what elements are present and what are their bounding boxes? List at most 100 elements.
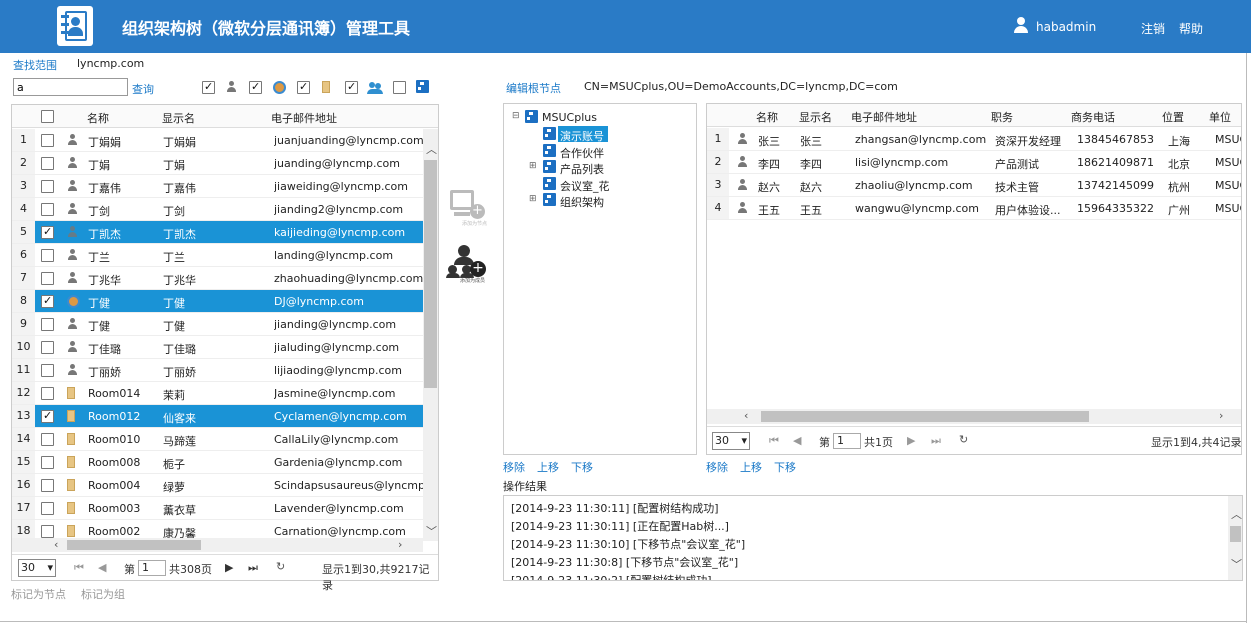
select-all-checkbox[interactable]: [41, 110, 54, 123]
table-row[interactable]: 13 Room012 仙客来 Cyclamen@lyncmp.com: [12, 405, 423, 428]
last-page-icon[interactable]: ⏭: [931, 434, 941, 448]
mcol-location[interactable]: 位置: [1162, 109, 1184, 125]
vertical-scrollbar[interactable]: ︿ ﹀: [423, 129, 438, 541]
row-checkbox[interactable]: [41, 272, 54, 285]
mcol-email[interactable]: 电子邮件地址: [851, 109, 917, 125]
next-page-icon[interactable]: ▶: [907, 434, 915, 447]
row-checkbox[interactable]: [41, 134, 54, 147]
member-down-link[interactable]: 下移: [774, 459, 796, 475]
prev-page-icon[interactable]: ◀: [793, 434, 801, 447]
table-row[interactable]: 4 丁剑 丁剑 jianding2@lyncmp.com: [12, 198, 423, 221]
collapse-icon[interactable]: ⊟: [512, 111, 520, 121]
refresh-icon[interactable]: ↻: [276, 560, 285, 573]
add-node-icon[interactable]: + 添加为节点: [448, 190, 488, 227]
row-checkbox[interactable]: [41, 479, 54, 492]
row-checkbox[interactable]: [41, 294, 54, 308]
table-row[interactable]: 10 丁佳璐 丁佳璐 jialuding@lyncmp.com: [12, 336, 423, 359]
scroll-left-icon[interactable]: ‹: [744, 409, 748, 422]
page-size-select[interactable]: 30 ▾: [18, 559, 56, 577]
search-scope-link[interactable]: 查找范围: [13, 57, 57, 73]
table-row[interactable]: 7 丁兆华 丁兆华 zhaohuading@lyncmp.com: [12, 267, 423, 290]
horizontal-scrollbar[interactable]: ‹ ›: [12, 538, 423, 552]
tree-up-link[interactable]: 上移: [537, 459, 559, 475]
row-checkbox[interactable]: [41, 318, 54, 331]
tree-down-link[interactable]: 下移: [571, 459, 593, 475]
filter-org-checkbox[interactable]: [393, 81, 406, 94]
scroll-thumb[interactable]: [424, 160, 437, 388]
scroll-down-icon[interactable]: ﹀: [1231, 556, 1242, 572]
row-checkbox[interactable]: [41, 433, 54, 446]
table-row[interactable]: 8 丁健 丁健 DJ@lyncmp.com: [12, 290, 423, 313]
scroll-right-icon[interactable]: ›: [398, 538, 402, 551]
row-checkbox[interactable]: [41, 249, 54, 262]
next-page-icon[interactable]: ▶: [225, 561, 233, 574]
mcol-title[interactable]: 职务: [991, 109, 1013, 125]
row-checkbox[interactable]: [41, 180, 54, 193]
hscroll-thumb[interactable]: [67, 540, 201, 550]
logout-link[interactable]: 注销: [1141, 20, 1165, 37]
mcol-display[interactable]: 显示名: [799, 109, 832, 125]
help-link[interactable]: 帮助: [1179, 20, 1203, 37]
prev-page-icon[interactable]: ◀: [98, 561, 106, 574]
table-row[interactable]: 11 丁丽娇 丁丽娇 lijiaoding@lyncmp.com: [12, 359, 423, 382]
row-checkbox[interactable]: [41, 502, 54, 515]
expand-icon[interactable]: ⊞: [529, 161, 537, 171]
row-checkbox[interactable]: [41, 225, 54, 239]
col-email[interactable]: 电子邮件地址: [271, 110, 337, 126]
tree-node-products[interactable]: 产品列表: [560, 161, 604, 177]
row-checkbox[interactable]: [41, 456, 54, 469]
mark-group-link[interactable]: 标记为组: [81, 586, 125, 602]
expand-icon[interactable]: ⊞: [529, 194, 537, 204]
tree-node-partner[interactable]: 合作伙伴: [560, 145, 604, 161]
search-button[interactable]: 查询: [132, 81, 154, 97]
table-row[interactable]: 17 Room003 薰衣草 Lavender@lyncmp.com: [12, 497, 423, 520]
member-row[interactable]: 1 张三 张三 zhangsan@lyncmp.com 资深开发经理 13845…: [707, 128, 1241, 151]
tree-node-demo[interactable]: 演示账号: [560, 128, 604, 144]
member-row[interactable]: 3 赵六 赵六 zhaoliu@lyncmp.com 技术主管 13742145…: [707, 174, 1241, 197]
filter-room-checkbox[interactable]: [297, 80, 310, 94]
hscroll-thumb[interactable]: [761, 411, 1089, 422]
mcol-org[interactable]: 单位: [1209, 109, 1231, 125]
tree-remove-link[interactable]: 移除: [503, 459, 525, 475]
filter-user-checkbox[interactable]: [202, 80, 215, 94]
table-row[interactable]: 1 丁娟娟 丁娟娟 juanjuanding@lyncmp.com: [12, 129, 423, 152]
add-member-icon[interactable]: + 添加为成员: [446, 245, 488, 285]
mark-node-link[interactable]: 标记为节点: [11, 586, 66, 602]
tree-root[interactable]: MSUCplus: [542, 111, 597, 124]
members-hscrollbar[interactable]: ‹ ›: [707, 409, 1241, 424]
row-checkbox[interactable]: [41, 387, 54, 400]
scroll-thumb[interactable]: [1230, 526, 1241, 542]
page-input[interactable]: 1: [833, 433, 861, 449]
scroll-left-icon[interactable]: ‹: [54, 538, 58, 551]
page-size-select[interactable]: 30 ▾: [712, 432, 750, 450]
mcol-name[interactable]: 名称: [756, 109, 778, 125]
member-row[interactable]: 2 李四 李四 lisi@lyncmp.com 产品测试 18621409871…: [707, 151, 1241, 174]
search-input[interactable]: [13, 78, 128, 96]
tree-node-rooms[interactable]: 会议室_花: [560, 178, 610, 194]
table-row[interactable]: 6 丁兰 丁兰 landing@lyncmp.com: [12, 244, 423, 267]
member-up-link[interactable]: 上移: [740, 459, 762, 475]
table-row[interactable]: 9 丁健 丁健 jianding@lyncmp.com: [12, 313, 423, 336]
table-row[interactable]: 5 丁凯杰 丁凯杰 kaijieding@lyncmp.com: [12, 221, 423, 244]
scroll-up-icon[interactable]: ︿: [426, 141, 437, 157]
first-page-icon[interactable]: ⏮: [769, 434, 779, 448]
member-row[interactable]: 4 王五 王五 wangwu@lyncmp.com 用户体验设... 15964…: [707, 197, 1241, 220]
filter-group-checkbox[interactable]: [345, 80, 358, 94]
scroll-down-icon[interactable]: ﹀: [426, 523, 437, 539]
row-checkbox[interactable]: [41, 409, 54, 423]
log-scrollbar[interactable]: ︿ ﹀: [1228, 496, 1242, 580]
table-row[interactable]: 12 Room014 茉莉 Jasmine@lyncmp.com: [12, 382, 423, 405]
member-remove-link[interactable]: 移除: [706, 459, 728, 475]
col-name[interactable]: 名称: [87, 110, 109, 126]
last-page-icon[interactable]: ⏭: [248, 561, 258, 575]
table-row[interactable]: 2 丁娟 丁娟 juanding@lyncmp.com: [12, 152, 423, 175]
tree-node-org[interactable]: 组织架构: [560, 194, 604, 210]
scroll-right-icon[interactable]: ›: [1219, 409, 1223, 422]
row-checkbox[interactable]: [41, 157, 54, 170]
refresh-icon[interactable]: ↻: [959, 433, 968, 446]
row-checkbox[interactable]: [41, 341, 54, 354]
col-display[interactable]: 显示名: [162, 110, 195, 126]
scroll-up-icon[interactable]: ︿: [1231, 506, 1242, 522]
edit-root-link[interactable]: 编辑根节点: [506, 80, 561, 96]
row-checkbox[interactable]: [41, 364, 54, 377]
